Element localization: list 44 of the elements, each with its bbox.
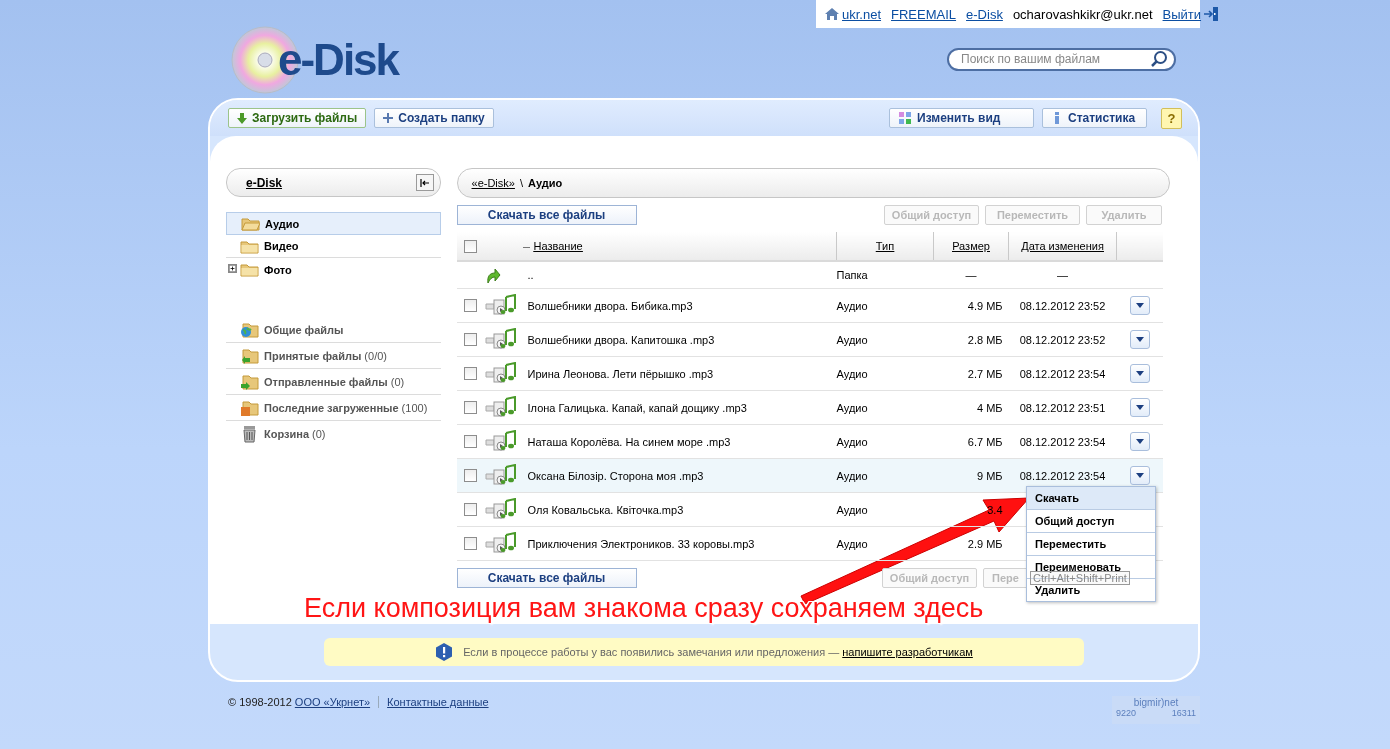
table-cell: 08.12.2012 23:54	[1019, 435, 1106, 448]
table-cell: 08.12.2012 23:52	[1019, 299, 1106, 312]
table-cell: Аудио	[836, 333, 868, 346]
folder-label: Видео	[264, 240, 299, 252]
table-cell: 08.12.2012 23:51	[1019, 401, 1106, 414]
annotation-text: Если композиция вам знакома сразу сохраняем здесь	[304, 593, 984, 624]
table-cell: Аудио	[836, 401, 868, 414]
table-cell: —	[965, 269, 977, 281]
table-cell: Аудио	[836, 299, 868, 312]
table-cell: Папка	[836, 269, 868, 281]
folder-label: Фото	[264, 263, 292, 276]
logo-text: e-Disk	[278, 35, 399, 85]
sidebar-link-label: Отправленные файлы (0)	[264, 375, 405, 388]
user-email: ocharovashkikr@ukr.net	[1012, 6, 1153, 22]
table-cell: Аудио	[836, 503, 868, 516]
copyright-text: © 1998-2012 ООО «Укрнет»	[228, 696, 371, 708]
table-cell: 3.4	[987, 503, 1003, 516]
notice-text: Если в процессе работы у вас появились замечания или предложения — напишите разработчикам	[463, 646, 973, 658]
table-cell: 9 МБ	[976, 469, 1003, 482]
table-cell: Аудио	[836, 435, 868, 448]
table-cell: 4 МБ	[976, 401, 1003, 414]
table-cell: 6.7 МБ	[967, 435, 1003, 448]
table-cell: Аудио	[836, 469, 868, 482]
sidebar-link-label: Принятые файлы (0/0)	[264, 349, 387, 362]
table-cell: 2.8 МБ	[967, 333, 1003, 346]
breadcrumb-current: Аудио	[528, 177, 563, 189]
table-cell: 08.12.2012 23:52	[1019, 333, 1106, 346]
counter-value: 9220	[1116, 708, 1137, 718]
table-cell: Аудио	[836, 537, 868, 550]
sidebar-link-label: Последние загруженные (100)	[264, 401, 428, 414]
tooltip: Ctrl+Alt+Shift+Print	[1030, 571, 1130, 585]
sidebar-link-label: Общие файлы	[264, 323, 344, 336]
breadcrumb-separator: \	[519, 177, 523, 189]
table-cell: —	[1057, 269, 1069, 281]
counter-value: 16311	[1171, 708, 1196, 718]
table-cell: 4.9 МБ	[967, 299, 1003, 312]
counter-brand: bigmir)net	[1132, 697, 1180, 708]
sidebar-link-label: Корзина (0)	[264, 428, 326, 440]
table-cell: 2.9 МБ	[967, 537, 1003, 550]
folder-label: Аудио	[265, 217, 300, 230]
table-cell: Аудио	[836, 367, 868, 380]
table-cell: 08.12.2012 23:54	[1019, 469, 1106, 482]
table-cell: 08.12.2012 23:54	[1019, 367, 1106, 380]
table-cell: 2.7 МБ	[967, 367, 1003, 380]
